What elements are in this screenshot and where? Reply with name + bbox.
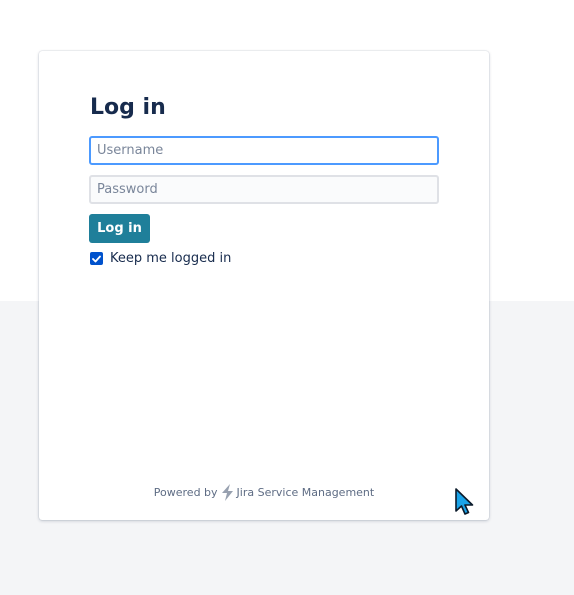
remember-me-checkbox[interactable]	[90, 252, 103, 265]
remember-me-label[interactable]: Keep me logged in	[110, 251, 231, 266]
powered-by-text: Powered by	[153, 486, 218, 499]
login-card: Log in Log in Keep me logged in Powered …	[39, 51, 489, 520]
login-button[interactable]: Log in	[89, 214, 150, 243]
login-title: Log in	[90, 95, 166, 120]
checkmark-icon	[92, 255, 101, 262]
username-input[interactable]	[89, 136, 439, 165]
mouse-cursor-icon	[455, 488, 474, 515]
login-page: Log in Log in Keep me logged in Powered …	[0, 0, 574, 595]
powered-by-footer: Powered by Jira Service Management	[39, 484, 489, 501]
jira-service-management-icon	[221, 484, 234, 501]
password-input[interactable]	[89, 175, 439, 204]
product-name-link[interactable]: Jira Service Management	[237, 486, 375, 499]
remember-me-row[interactable]: Keep me logged in	[90, 251, 231, 266]
